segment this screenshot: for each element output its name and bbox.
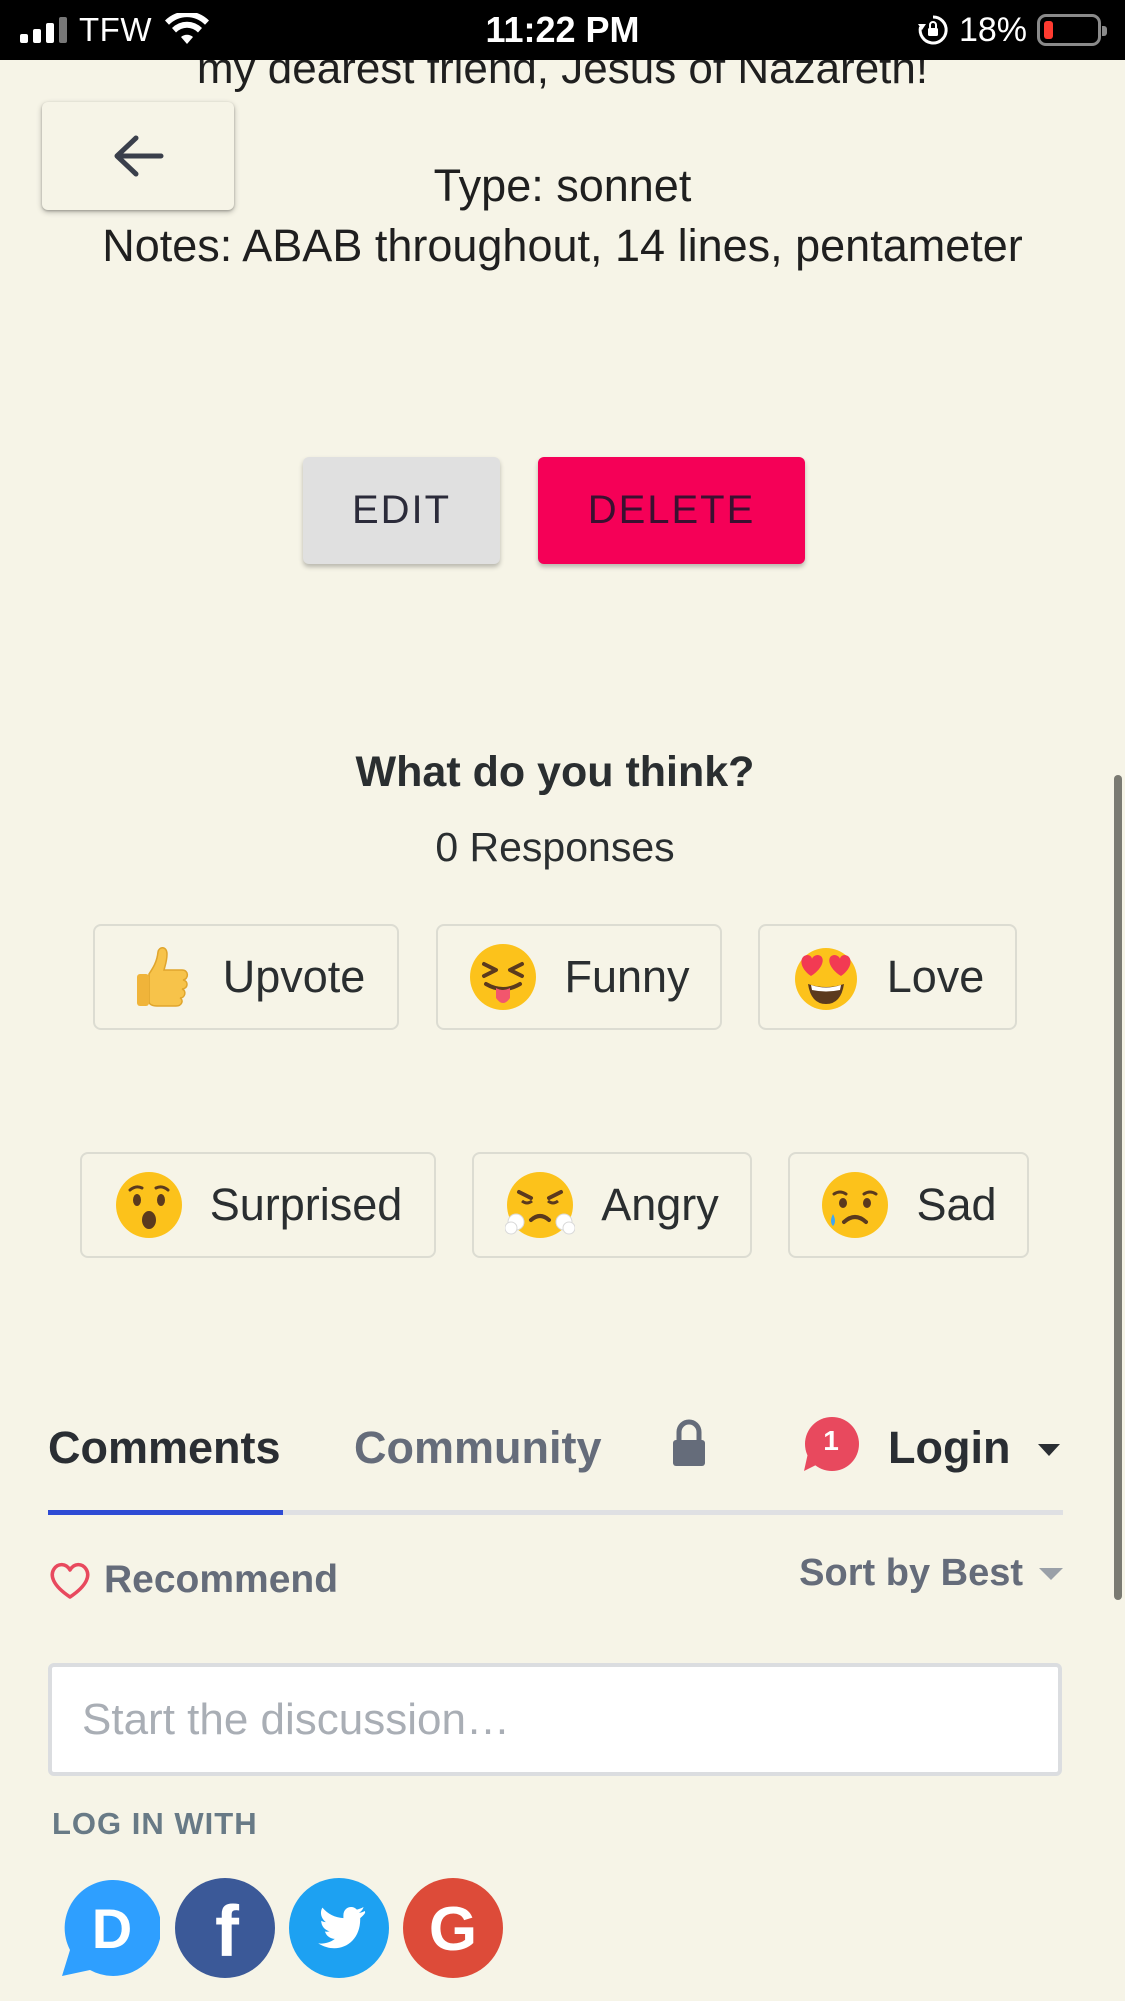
reaction-label: Sad: [916, 1179, 997, 1230]
active-tab-indicator: [48, 1510, 283, 1515]
sad-face-icon: [822, 1172, 889, 1238]
disqus-letter: D: [92, 1897, 132, 1960]
rotation-lock-icon: [917, 15, 948, 45]
google-icon: G: [403, 1878, 503, 1978]
login-menu[interactable]: Login: [888, 1422, 1010, 1474]
tab-community[interactable]: Community: [354, 1422, 602, 1474]
twitter-login-button[interactable]: [289, 1878, 389, 1978]
chevron-down-icon: [1039, 1567, 1063, 1580]
sort-label: Sort by Best: [799, 1552, 1023, 1594]
reaction-funny[interactable]: Funny: [436, 924, 722, 1030]
google-letter: G: [429, 1895, 477, 1964]
recommend-button[interactable]: Recommend: [48, 1558, 338, 1602]
chevron-down-icon[interactable]: [1038, 1444, 1060, 1456]
facebook-letter: f: [215, 1892, 240, 1972]
facebook-login-button[interactable]: f: [175, 1878, 275, 1978]
notification-count: 1: [823, 1425, 839, 1456]
tongue-out-face-icon: [470, 944, 537, 1010]
disqus-icon: D: [62, 1879, 160, 1976]
scrollbar[interactable]: [1114, 775, 1122, 1600]
surprised-face-icon: [115, 1172, 182, 1238]
reaction-upvote[interactable]: Upvote: [93, 924, 399, 1030]
edit-button[interactable]: EDIT: [303, 457, 500, 564]
battery-icon: [1037, 14, 1107, 46]
discussion-input[interactable]: [48, 1663, 1062, 1776]
angry-face-icon: [505, 1172, 576, 1238]
status-bar: TFW 11:22 PM 18%: [0, 0, 1125, 60]
reaction-label: Angry: [601, 1179, 719, 1230]
recommend-label: Recommend: [104, 1558, 339, 1601]
facebook-icon: f: [175, 1878, 275, 1978]
discussion-tabs: Comments Community 1 Login: [48, 1417, 1063, 1512]
reaction-angry[interactable]: Angry: [472, 1152, 752, 1258]
reactions-title: What do you think?: [355, 748, 755, 796]
sort-dropdown[interactable]: Sort by Best: [799, 1552, 1063, 1595]
reaction-sad[interactable]: Sad: [788, 1152, 1029, 1258]
battery-level: [1044, 21, 1053, 39]
poem-type: Type: sonnet: [433, 160, 692, 211]
poem-notes: Notes: ABAB throughout, 14 lines, pentam…: [102, 220, 1023, 271]
heart-eyes-face-icon: [794, 948, 857, 1010]
twitter-icon: [289, 1878, 389, 1978]
status-right: 18%: [917, 0, 1107, 60]
reaction-surprised[interactable]: Surprised: [80, 1152, 436, 1258]
delete-button[interactable]: DELETE: [538, 457, 805, 564]
thumbs-up-icon: [136, 947, 188, 1007]
reaction-label: Love: [886, 951, 985, 1002]
reaction-love[interactable]: Love: [758, 924, 1017, 1030]
disqus-login-button[interactable]: D: [60, 1878, 160, 1978]
login-with-label: LOG IN WITH: [52, 1806, 258, 1841]
reaction-label: Funny: [564, 951, 690, 1002]
reaction-label: Surprised: [209, 1179, 403, 1230]
battery-percent: 18%: [958, 10, 1027, 49]
notification-badge[interactable]: 1: [802, 1417, 860, 1473]
reactions-count: 0 Responses: [435, 824, 675, 870]
heart-icon: [50, 1562, 90, 1599]
reaction-label: Upvote: [222, 951, 366, 1002]
google-login-button[interactable]: G: [403, 1878, 503, 1978]
lock-icon[interactable]: [670, 1418, 708, 1468]
tab-comments[interactable]: Comments: [48, 1422, 281, 1474]
